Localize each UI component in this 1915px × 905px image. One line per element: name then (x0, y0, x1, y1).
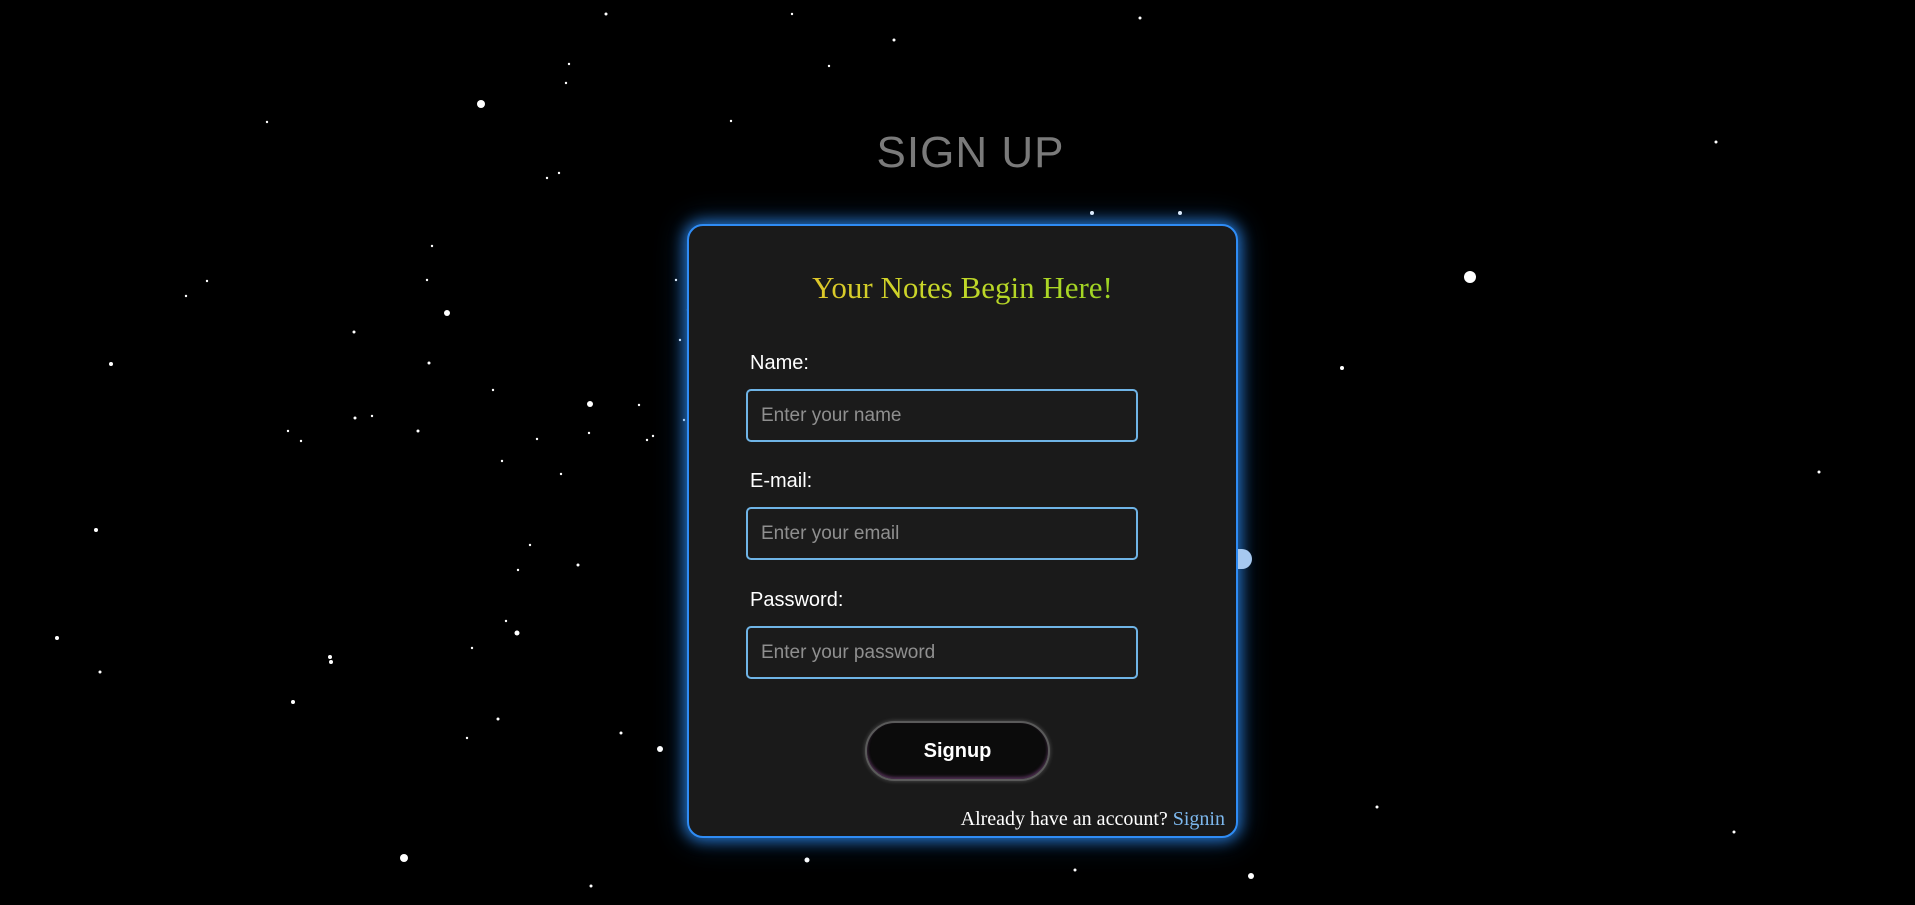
star (892, 38, 896, 42)
star (1732, 830, 1736, 834)
star (564, 81, 568, 85)
star (291, 700, 295, 704)
star (528, 543, 532, 547)
star (674, 278, 678, 282)
star (619, 731, 623, 735)
star (604, 12, 608, 16)
star (205, 279, 209, 283)
card-tagline: Your Notes Begin Here! (689, 270, 1236, 306)
signin-prompt: Already have an account? Signin (961, 808, 1225, 831)
star (589, 884, 593, 888)
name-label: Name: (750, 352, 809, 374)
page-title: SIGN UP (876, 128, 1065, 177)
star (353, 416, 357, 420)
star (430, 244, 434, 248)
star (637, 403, 641, 407)
star (427, 361, 431, 365)
star (94, 528, 98, 532)
star (328, 655, 332, 659)
signin-prompt-text: Already have an account? (960, 808, 1168, 830)
star (98, 670, 102, 674)
star (657, 746, 663, 752)
signup-button[interactable]: Signup (865, 721, 1050, 781)
star (645, 438, 649, 442)
email-input[interactable] (746, 507, 1138, 560)
star (1248, 873, 1254, 879)
star (109, 362, 113, 366)
signin-link[interactable]: Signin (1173, 808, 1225, 830)
star (1817, 470, 1821, 474)
star (651, 434, 655, 438)
star (682, 418, 686, 422)
star (55, 636, 59, 640)
star (425, 278, 429, 282)
star (567, 62, 571, 66)
star (1178, 211, 1182, 215)
star (535, 437, 539, 441)
star (400, 854, 408, 862)
star (265, 120, 269, 124)
star (504, 619, 508, 623)
star (576, 563, 580, 567)
star (184, 294, 188, 298)
star (1464, 271, 1476, 283)
star (286, 429, 290, 433)
star (587, 431, 591, 435)
star (477, 100, 485, 108)
star (500, 459, 504, 463)
star (416, 429, 420, 433)
star (1138, 16, 1142, 20)
signup-card: Your Notes Begin Here! Name: E-mail: Pas… (687, 224, 1238, 838)
star (804, 857, 810, 863)
star (370, 414, 374, 418)
password-label: Password: (750, 589, 844, 611)
star (827, 64, 831, 68)
star (559, 472, 563, 476)
star (352, 330, 356, 334)
star (496, 717, 500, 721)
star (299, 439, 303, 443)
star (516, 568, 520, 572)
name-input[interactable] (746, 389, 1138, 442)
star (1375, 805, 1379, 809)
star (444, 310, 450, 316)
star (1073, 868, 1077, 872)
star (678, 338, 682, 342)
star (790, 12, 794, 16)
star (465, 736, 469, 740)
password-input[interactable] (746, 626, 1138, 679)
star (587, 401, 593, 407)
star (491, 388, 495, 392)
star (470, 646, 474, 650)
star (329, 660, 333, 664)
star (1090, 211, 1094, 215)
star (514, 630, 520, 636)
star (729, 119, 733, 123)
email-label: E-mail: (750, 470, 813, 492)
star (1340, 366, 1344, 370)
